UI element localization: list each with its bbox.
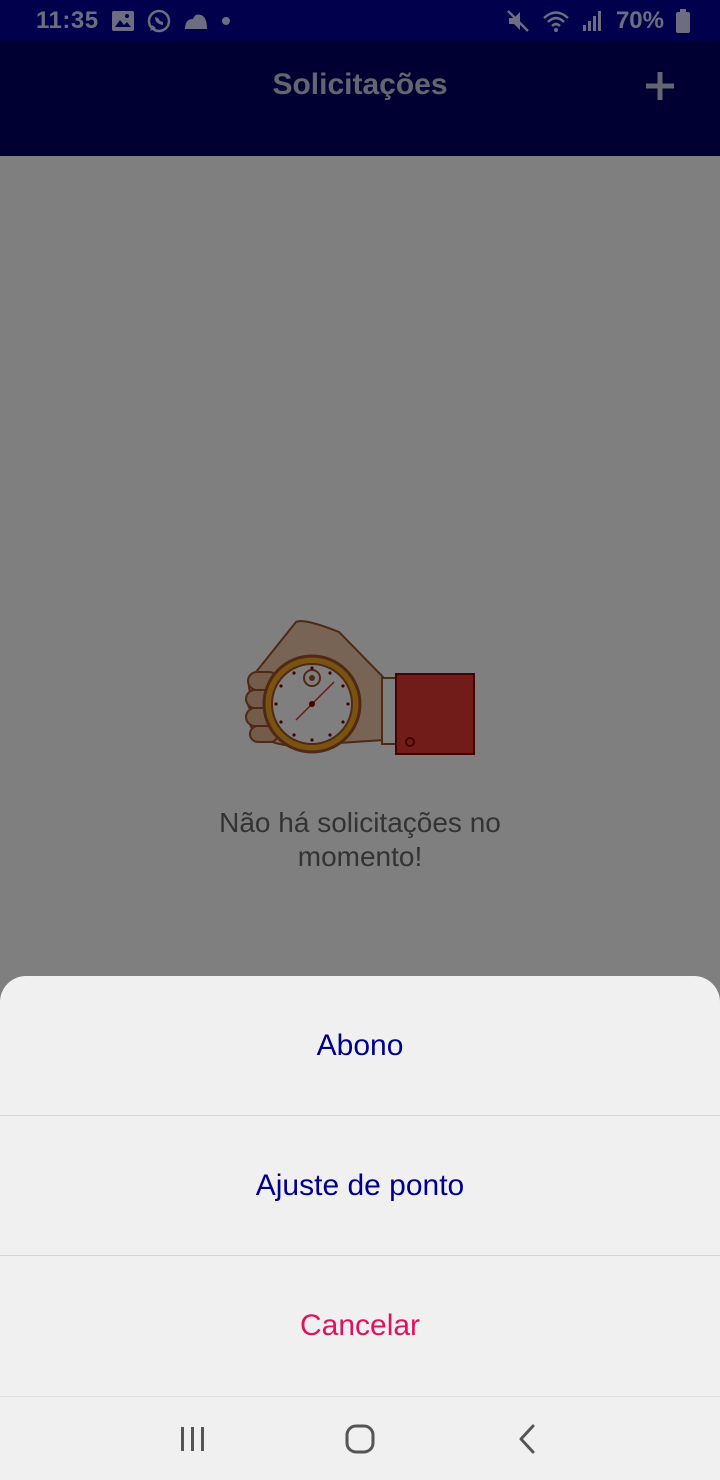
- option-ajuste-de-ponto[interactable]: Ajuste de ponto: [0, 1116, 720, 1256]
- cancel-button[interactable]: Cancelar: [0, 1256, 720, 1396]
- system-nav-bar: [0, 1396, 720, 1480]
- recent-apps-button[interactable]: [163, 1409, 223, 1469]
- screen: Não há solicitações no momento! Solicita…: [0, 0, 720, 1480]
- recent-apps-icon: [181, 1426, 205, 1451]
- back-button[interactable]: [497, 1409, 557, 1469]
- home-button[interactable]: [330, 1409, 390, 1469]
- back-icon: [519, 1424, 535, 1453]
- home-icon: [345, 1424, 375, 1453]
- action-sheet: Abono Ajuste de ponto Cancelar: [0, 976, 720, 1396]
- option-abono[interactable]: Abono: [0, 976, 720, 1116]
